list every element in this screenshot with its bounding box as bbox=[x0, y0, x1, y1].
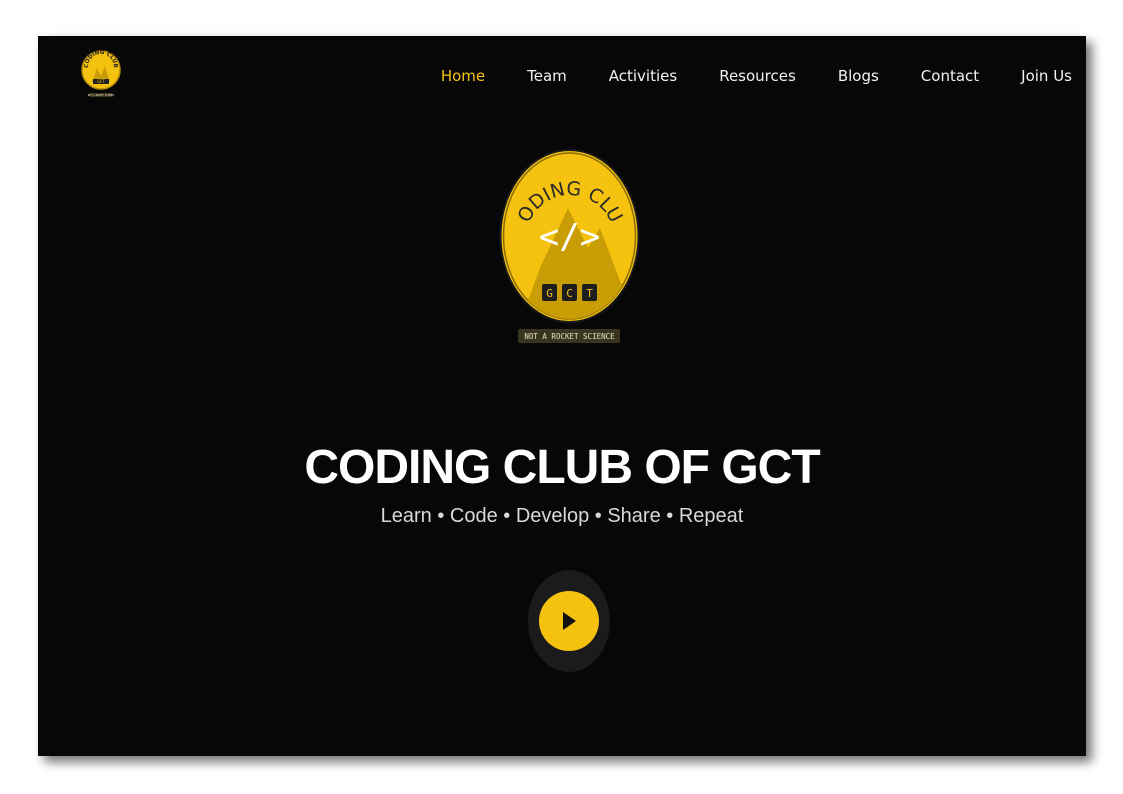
logo-key-c: C bbox=[566, 287, 573, 300]
nav-item-join-us[interactable]: Join Us bbox=[1021, 66, 1072, 86]
hero-logo: CODING CLUB </> G C T NOT A ROCKET SCIEN… bbox=[498, 148, 640, 343]
play-button[interactable] bbox=[528, 570, 610, 672]
play-button-inner[interactable] bbox=[539, 591, 599, 651]
page-frame: CODING CLUB GCT NOT A ROCKET SCIENCE Hom… bbox=[38, 36, 1086, 756]
nav-item-resources[interactable]: Resources bbox=[719, 66, 796, 86]
nav-logo[interactable]: CODING CLUB GCT NOT A ROCKET SCIENCE bbox=[80, 46, 122, 102]
code-symbol-icon: </> bbox=[539, 217, 600, 257]
logo-ribbon: NOT A ROCKET SCIENCE bbox=[524, 332, 615, 341]
hero-tagline: Learn • Code • Develop • Share • Repeat bbox=[380, 505, 744, 527]
nav-item-home[interactable]: Home bbox=[441, 66, 485, 86]
main-nav: Home Team Activities Resources Blogs Con… bbox=[399, 66, 1072, 86]
nav-item-team[interactable]: Team bbox=[527, 66, 567, 86]
nav-item-contact[interactable]: Contact bbox=[921, 66, 979, 86]
nav-item-blogs[interactable]: Blogs bbox=[838, 66, 879, 86]
nav-logo-ribbon: NOT A ROCKET SCIENCE bbox=[88, 94, 115, 97]
hero-title: CODING CLUB OF GCT bbox=[304, 441, 820, 494]
logo-keys: G C T bbox=[542, 284, 597, 301]
play-triangle-icon bbox=[563, 612, 576, 630]
nav-logo-letters: GCT bbox=[97, 79, 105, 84]
logo-key-g: G bbox=[546, 287, 553, 300]
logo-key-t: T bbox=[586, 287, 593, 300]
nav-item-activities[interactable]: Activities bbox=[609, 66, 677, 86]
